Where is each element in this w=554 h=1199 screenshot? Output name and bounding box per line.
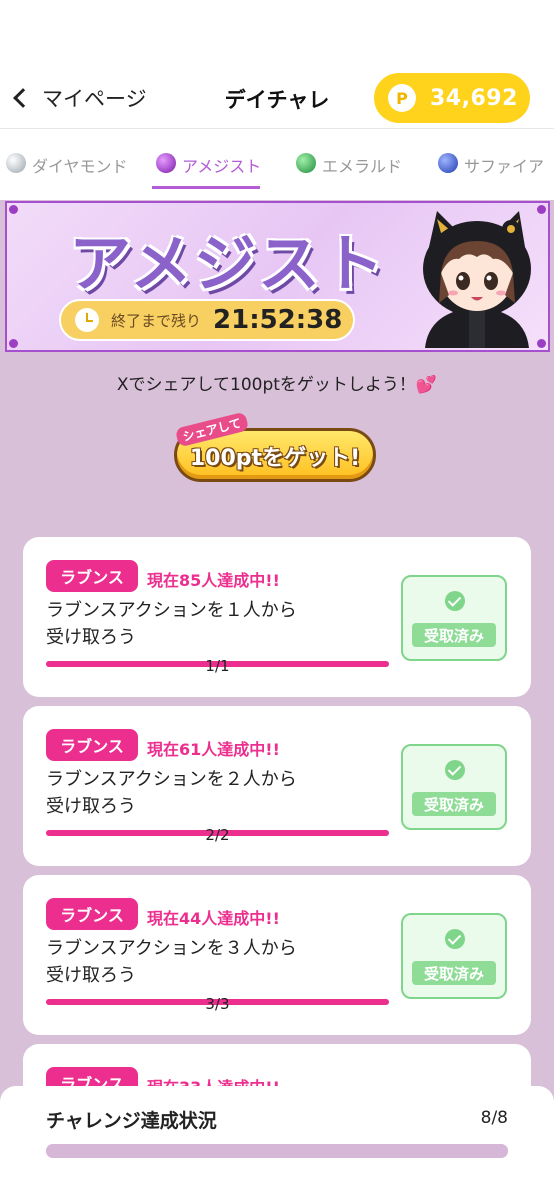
check-circle-icon bbox=[445, 591, 465, 611]
challenge-description-line: ラブンスアクションを１人から bbox=[46, 600, 297, 621]
mascot-character-image bbox=[423, 211, 531, 348]
sapphire-icon bbox=[438, 153, 458, 173]
challenge-badge: ラブンス bbox=[46, 560, 138, 592]
share-button-label: 100ptをゲット! bbox=[189, 446, 361, 471]
tab-label: サファイア bbox=[464, 157, 545, 176]
back-button[interactable]: マイページ bbox=[10, 80, 147, 116]
claimed-label: 受取済み bbox=[412, 961, 496, 985]
check-circle-icon bbox=[445, 760, 465, 780]
achievement-count: 8/8 bbox=[480, 1108, 508, 1128]
challenge-card: ラブンス 現在44人達成中!! ラブンスアクションを３人から 受け取ろう 3/3… bbox=[23, 875, 531, 1035]
challenge-progress-count: 2/2 bbox=[205, 826, 230, 844]
achievement-footer: チャレンジ達成状況 8/8 bbox=[0, 1086, 554, 1199]
challenge-status: 現在61人達成中!! bbox=[147, 740, 280, 759]
challenge-description-line: 受け取ろう bbox=[46, 627, 136, 648]
tab-label: アメジスト bbox=[182, 157, 262, 176]
active-tab-indicator bbox=[152, 186, 260, 189]
challenge-description: ラブンスアクションを３人から 受け取ろう bbox=[46, 935, 346, 989]
timer-label: 終了まで残り bbox=[111, 311, 202, 330]
challenge-card: ラブンス 現在85人達成中!! ラブンスアクションを１人から 受け取ろう 1/1… bbox=[23, 537, 531, 697]
countdown-timer: 終了まで残り 21:52:38 bbox=[59, 299, 355, 341]
diamond-icon bbox=[6, 153, 26, 173]
tab-label: ダイヤモンド bbox=[32, 157, 128, 176]
check-circle-icon bbox=[445, 929, 465, 949]
app-header: マイページ デイチャレ P 34,692 bbox=[0, 0, 554, 128]
tab-sapphire[interactable]: サファイア bbox=[438, 153, 544, 193]
tab-diamond[interactable]: ダイヤモンド bbox=[6, 153, 128, 193]
challenge-progress-count: 1/1 bbox=[205, 657, 230, 675]
challenge-description-line: ラブンスアクションを３人から bbox=[46, 938, 297, 959]
challenge-progress-count: 3/3 bbox=[205, 995, 230, 1013]
challenge-description-line: ラブンスアクションを２人から bbox=[46, 769, 297, 790]
claimed-label: 受取済み bbox=[412, 623, 496, 647]
points-balance[interactable]: P 34,692 bbox=[374, 73, 530, 123]
claimed-button[interactable]: 受取済み bbox=[401, 744, 507, 830]
challenge-badge: ラブンス bbox=[46, 898, 138, 930]
challenge-description: ラブンスアクションを１人から 受け取ろう bbox=[46, 597, 346, 651]
banner-title: アメジスト bbox=[69, 227, 386, 300]
achievement-progress-bar bbox=[46, 1144, 508, 1158]
corner-dot bbox=[9, 205, 18, 214]
chevron-left-icon bbox=[13, 88, 33, 108]
event-banner: アメジスト 終了まで残り 21:52:38 bbox=[5, 201, 550, 352]
emerald-icon bbox=[296, 153, 316, 173]
share-prompt-text: Xでシェアして100ptをゲットしよう！💕 bbox=[116, 375, 438, 395]
share-x-button[interactable]: 100ptをゲット! シェアして bbox=[174, 411, 376, 482]
challenge-description-line: 受け取ろう bbox=[46, 965, 136, 986]
back-label: マイページ bbox=[42, 87, 147, 111]
challenge-badge: ラブンス bbox=[46, 729, 138, 761]
tab-label: エメラルド bbox=[322, 157, 403, 176]
challenge-card: ラブンス 現在61人達成中!! ラブンスアクションを２人から 受け取ろう 2/2… bbox=[23, 706, 531, 866]
clock-icon bbox=[75, 308, 99, 332]
gem-tabs: ダイヤモンド アメジスト エメラルド サファイア bbox=[0, 129, 554, 200]
challenge-status: 現在85人達成中!! bbox=[147, 571, 280, 590]
amethyst-icon bbox=[156, 153, 176, 173]
timer-value: 21:52:38 bbox=[213, 305, 343, 335]
challenge-status: 現在44人達成中!! bbox=[147, 909, 280, 928]
challenge-description: ラブンスアクションを２人から 受け取ろう bbox=[46, 766, 346, 820]
achievement-progress-fill bbox=[46, 1144, 508, 1158]
achievement-title: チャレンジ達成状況 bbox=[46, 1110, 217, 1132]
challenge-description-line: 受け取ろう bbox=[46, 796, 136, 817]
claimed-label: 受取済み bbox=[412, 792, 496, 816]
claimed-button[interactable]: 受取済み bbox=[401, 913, 507, 999]
tab-emerald[interactable]: エメラルド bbox=[296, 153, 402, 193]
corner-dot bbox=[9, 339, 18, 348]
claimed-button[interactable]: 受取済み bbox=[401, 575, 507, 661]
points-value: 34,692 bbox=[430, 85, 518, 111]
point-coin-icon: P bbox=[388, 84, 416, 112]
